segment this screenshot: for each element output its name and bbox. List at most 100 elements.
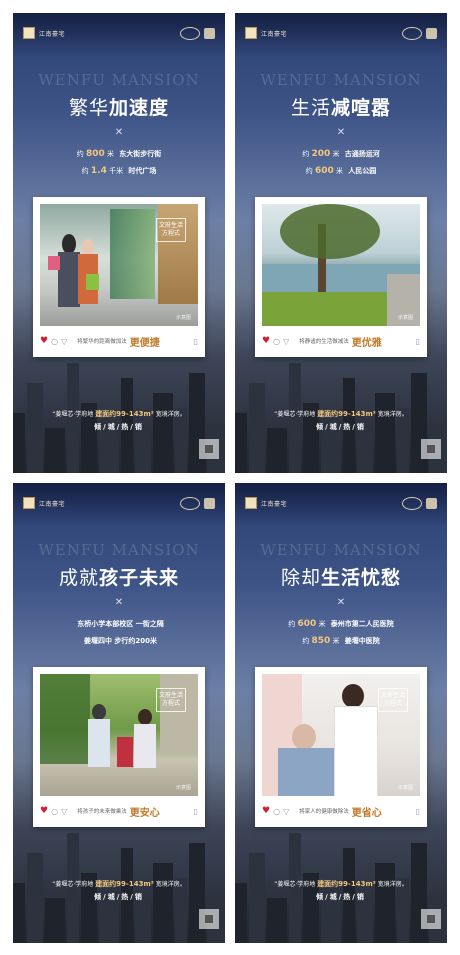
info-unit: 米 [332, 637, 340, 645]
brand-logo: 江南豪宅 [245, 497, 287, 509]
card-photo: 文府生活方程式 示意图 [40, 674, 198, 796]
promo-suffix: 宽境洋房。 [377, 411, 408, 418]
logo-text: 江南豪宅 [39, 500, 66, 508]
headline-light: 除却 [280, 567, 321, 589]
info-unit: 米 [318, 620, 326, 628]
bookmark-icon[interactable]: ▯ [416, 337, 420, 346]
info-unit: 千米 [109, 167, 124, 175]
photo-card: 文府生活方程式 示意图 ♥ ○ ▽ 将繁华的距离做加法 更便捷 ▯ [33, 197, 205, 357]
brand-logo: 江南豪宅 [23, 497, 65, 509]
bookmark-icon[interactable]: ▯ [194, 807, 198, 816]
emblems [402, 27, 437, 40]
headline: 除却生活忧愁 [235, 563, 447, 590]
share-icon[interactable]: ▽ [283, 807, 289, 816]
comment-icon[interactable]: ○ [273, 807, 280, 816]
cross-icon: ✕ [336, 127, 346, 138]
heart-icon[interactable]: ♥ [40, 806, 48, 816]
share-icon[interactable]: ▽ [61, 807, 67, 816]
info-block: 约 800 米 东大街步行街 约 1.4 千米 时代广场 [13, 146, 225, 180]
headline-light: 成就 [58, 567, 99, 589]
info-pre: 约 [305, 167, 313, 175]
promo-line: “姜堰芯·学府地 建面约99-143m² 宽境洋房。 [235, 878, 447, 891]
card-footer: ♥ ○ ▽ 将静谧的生活做减法 更优雅 ▯ [262, 332, 420, 350]
qr-code-icon [421, 909, 441, 929]
poster-2: 江南豪宅 WENFU MANSION 生活减喧嚣 ✕ 约 200 米 古通扬运河… [235, 13, 447, 473]
info-place: 姜堰四中 步行约200米 [83, 637, 158, 645]
ring-emblem-icon [180, 497, 200, 510]
qr-code-icon [199, 439, 219, 459]
promo-suffix: 宽境洋房。 [377, 881, 408, 888]
info-pre: 约 [302, 637, 310, 645]
ring-emblem-icon [180, 27, 200, 40]
poster-4: 江南豪宅 WENFU MANSION 除却生活忧愁 ✕ 约 600 米 泰州市第… [235, 483, 447, 943]
heart-icon[interactable]: ♥ [262, 806, 270, 816]
logo-mark-icon [245, 27, 257, 39]
emblems [180, 27, 215, 40]
emblems [402, 497, 437, 510]
card-caption: 将孩子的未来做乘法 [77, 809, 127, 815]
crest-emblem-icon [204, 28, 215, 39]
card-tag: 文府生活方程式 [378, 688, 408, 712]
promo-line: “姜堰芯·学府地 建面约99-143m² 宽境洋房。 [13, 408, 225, 421]
watermark: WENFU MANSION [38, 541, 200, 559]
info-value: 800 [85, 149, 105, 159]
card-tag: 文府生活方程式 [156, 688, 186, 712]
logo-text: 江南豪宅 [39, 30, 66, 38]
promo-block: “姜堰芯·学府地 建面约99-143m² 宽境洋房。 倾/城/热/销 [235, 878, 447, 903]
watermark: WENFU MANSION [38, 71, 200, 89]
poster-3: 江南豪宅 WENFU MANSION 成就孩子未来 ✕ 东桥小学本部校区 一街之… [13, 483, 225, 943]
crest-emblem-icon [426, 28, 437, 39]
photo-card: 文府生活方程式 示意图 ♥ ○ ▽ 将家人的健康做除法 更省心 ▯ [255, 667, 427, 827]
info-value: 1.4 [90, 166, 107, 176]
info-block: 约 200 米 古通扬运河 约 600 米 人民公园 [235, 146, 447, 180]
promo-block: “姜堰芯·学府地 建面约99-143m² 宽境洋房。 倾/城/热/销 [13, 408, 225, 433]
info-line: 约 800 米 东大街步行街 [13, 146, 225, 163]
heart-icon[interactable]: ♥ [40, 336, 48, 346]
card-photo: 文府生活方程式 示意图 [262, 674, 420, 796]
share-icon[interactable]: ▽ [283, 337, 289, 346]
info-unit: 米 [332, 150, 340, 158]
ring-emblem-icon [402, 497, 422, 510]
promo-project: “姜堰芯·学府地 [274, 881, 316, 888]
info-place: 古通扬运河 [344, 150, 380, 158]
comment-icon[interactable]: ○ [51, 337, 58, 346]
share-icon[interactable]: ▽ [61, 337, 67, 346]
promo-project: “姜堰芯·学府地 [52, 411, 94, 418]
headline-bold: 生活忧愁 [321, 567, 402, 589]
comment-icon[interactable]: ○ [273, 337, 280, 346]
card-caption: 将家人的健康做除法 [299, 809, 349, 815]
crest-emblem-icon [204, 498, 215, 509]
promo-suffix: 宽境洋房。 [155, 881, 186, 888]
heart-icon[interactable]: ♥ [262, 336, 270, 346]
card-emphasis: 更安心 [129, 807, 160, 819]
info-place: 人民公园 [348, 167, 377, 175]
headline-light: 繁华 [68, 97, 109, 119]
card-footer: ♥ ○ ▽ 将孩子的未来做乘法 更安心 ▯ [40, 802, 198, 820]
promo-line: “姜堰芯·学府地 建面约99-143m² 宽境洋房。 [13, 878, 225, 891]
poster-1: 江南豪宅 WENFU MANSION 繁华加速度 ✕ 约 800 米 东大街步行… [13, 13, 225, 473]
info-value: 200 [311, 149, 331, 159]
photo-card: 示意图 ♥ ○ ▽ 将静谧的生活做减法 更优雅 ▯ [255, 197, 427, 357]
promo-block: “姜堰芯·学府地 建面约99-143m² 宽境洋房。 倾/城/热/销 [13, 878, 225, 903]
logo-text: 江南豪宅 [261, 30, 288, 38]
crest-emblem-icon [426, 498, 437, 509]
headline-bold: 加速度 [109, 97, 170, 119]
info-line: 约 600 米 泰州市第二人民医院 [235, 616, 447, 633]
card-emphasis: 更省心 [351, 807, 382, 819]
card-footer: ♥ ○ ▽ 将繁华的距离做加法 更便捷 ▯ [40, 332, 198, 350]
info-unit: 米 [107, 150, 115, 158]
headline: 生活减喧嚣 [235, 93, 447, 120]
card-caption: 将繁华的距离做加法 [77, 339, 127, 345]
comment-icon[interactable]: ○ [51, 807, 58, 816]
photo-card: 文府生活方程式 示意图 ♥ ○ ▽ 将孩子的未来做乘法 更安心 ▯ [33, 667, 205, 827]
info-pre: 约 [81, 167, 89, 175]
promo-line: “姜堰芯·学府地 建面约99-143m² 宽境洋房。 [235, 408, 447, 421]
info-block: 东桥小学本部校区 一街之隔 姜堰四中 步行约200米 [13, 616, 225, 650]
bookmark-icon[interactable]: ▯ [194, 337, 198, 346]
card-photo: 示意图 [262, 204, 420, 326]
card-photo: 文府生活方程式 示意图 [40, 204, 198, 326]
headline-bold: 减喧嚣 [331, 97, 392, 119]
bookmark-icon[interactable]: ▯ [416, 807, 420, 816]
info-value: 850 [311, 636, 331, 646]
watermark: WENFU MANSION [260, 71, 422, 89]
